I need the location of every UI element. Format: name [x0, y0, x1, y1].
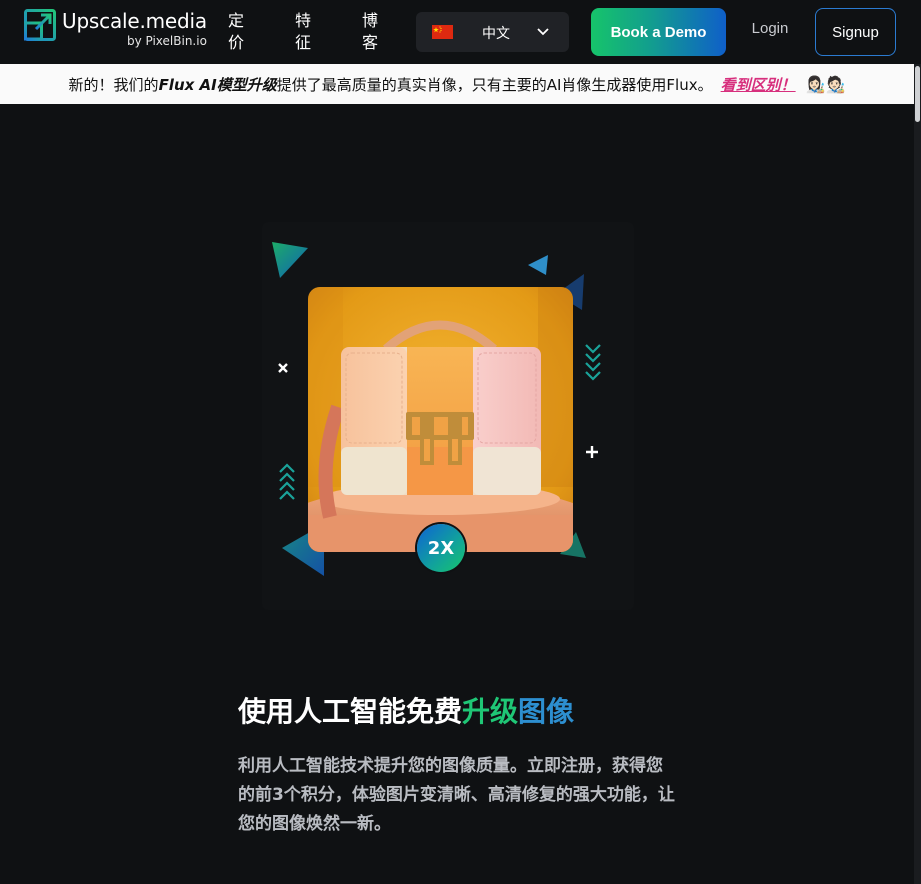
scrollbar-track[interactable] — [914, 64, 921, 884]
book-demo-button[interactable]: Book a Demo — [591, 8, 726, 56]
announcement-banner: 新的！我们的 Flux AI模型升级 提供了最高质量的真实肖像，只有主要的AI肖… — [0, 64, 914, 104]
chevrons-down-icon — [585, 344, 601, 381]
hero-title-part3: 图像 — [518, 695, 575, 728]
hero-subtitle: 利用人工智能技术提升您的图像质量。立即注册，获得您的前3个积分，体验图片变清晰、… — [238, 756, 675, 834]
upscale-2x-badge: 2X — [417, 524, 465, 572]
banner-highlight: Flux AI模型升级 — [158, 75, 277, 94]
hero-title-part2: 升级 — [462, 695, 519, 728]
nav-features[interactable]: 特征 — [293, 10, 313, 54]
top-nav-bar: Upscale.media by PixelBin.io 定价 特征 博客 中文… — [0, 0, 921, 64]
hero-title: 使用人工智能免费升级图像 — [238, 692, 678, 732]
logo[interactable]: Upscale.media by PixelBin.io — [24, 9, 207, 48]
upscale-logo-icon — [24, 9, 56, 41]
handbag-photo — [308, 287, 573, 552]
signup-button[interactable]: Signup — [815, 8, 896, 56]
plus-icon — [586, 446, 598, 458]
login-button[interactable]: Login — [746, 20, 794, 44]
brand-name: Upscale.media — [62, 9, 207, 33]
chevrons-up-icon — [279, 463, 295, 500]
china-flag-icon — [432, 25, 453, 39]
language-label: 中文 — [482, 26, 510, 42]
nav-pricing[interactable]: 定价 — [226, 10, 246, 54]
x-mark-icon — [278, 363, 288, 373]
banner-prefix: 新的！我们的 — [68, 75, 159, 94]
language-select[interactable]: 中文 — [416, 12, 569, 52]
hero-title-part1: 使用人工智能免费 — [238, 695, 463, 728]
scrollbar-thumb[interactable] — [915, 66, 920, 122]
nav-blog[interactable]: 博客 — [360, 10, 380, 54]
triangle-decoration-icon — [272, 242, 308, 278]
banner-link[interactable]: 看到区别！ — [721, 74, 796, 95]
artist-emoji-icon: 👩🏻‍🎨🧑🏻‍🎨 — [805, 74, 846, 94]
chevron-down-icon — [537, 28, 549, 36]
banner-body: 提供了最高质量的真实肖像，只有主要的AI肖像生成器使用Flux。 — [276, 75, 713, 94]
triangle-decoration-icon — [528, 255, 548, 275]
brand-subtitle: by PixelBin.io — [126, 34, 207, 48]
